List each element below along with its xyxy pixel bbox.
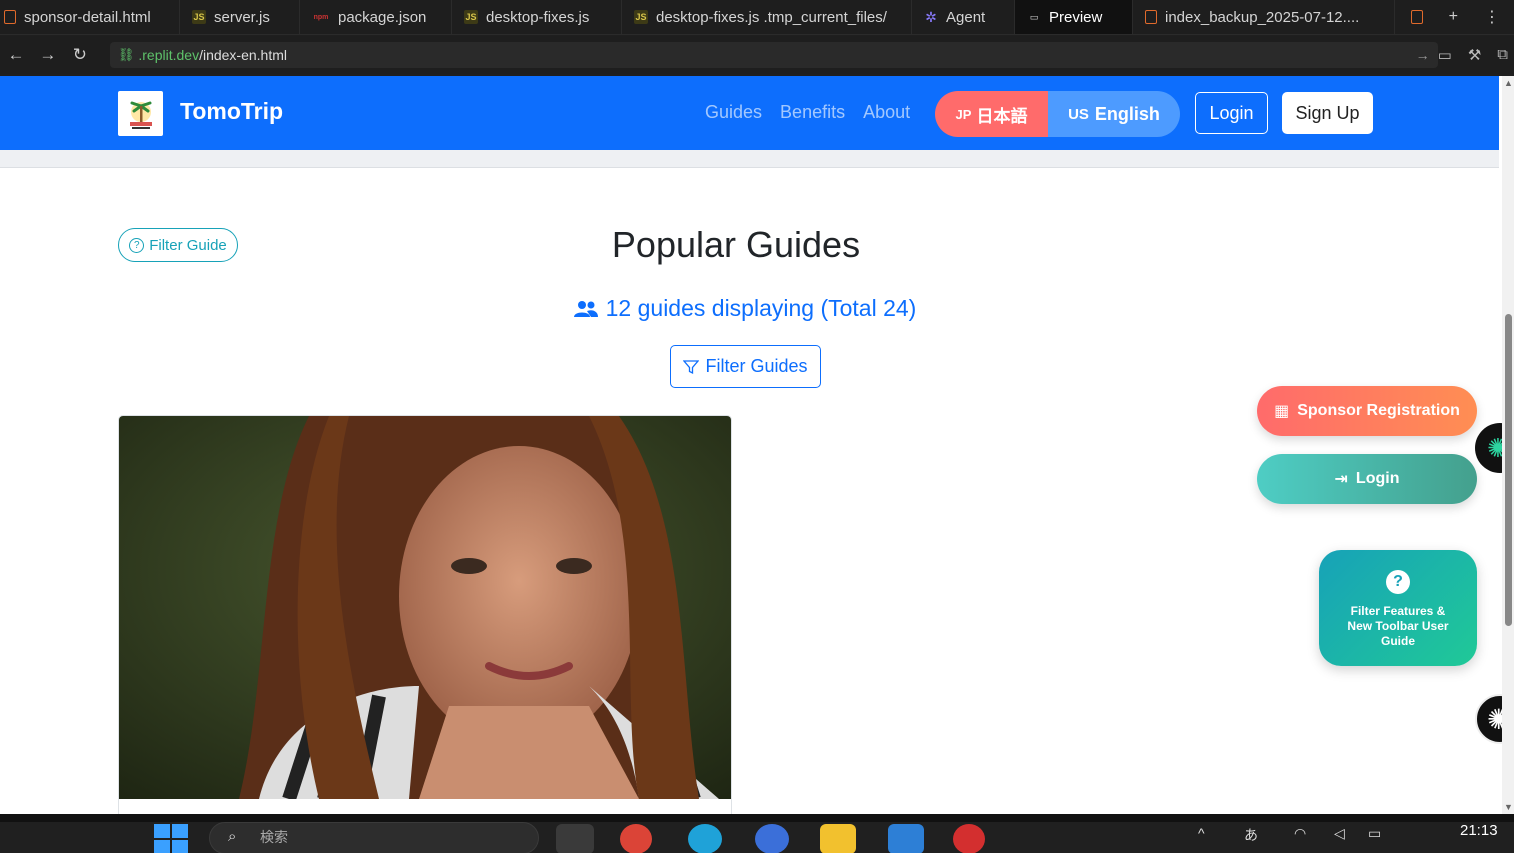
url-host: .replit.dev xyxy=(138,47,200,63)
tab-desktop-fixes-tmp[interactable]: JS desktop-fixes.js .tmp_current_files/ xyxy=(622,0,912,34)
preview-viewport: TomoTrip Guides Benefits About JP 日本語 US… xyxy=(0,76,1514,814)
url-field[interactable]: ⛓ .replit.dev /index-en.html → xyxy=(109,42,1438,68)
clock[interactable]: 21:13 xyxy=(1460,822,1498,839)
users-icon xyxy=(573,300,598,317)
go-arrow-icon[interactable]: → xyxy=(1416,47,1430,63)
windows-start-icon[interactable] xyxy=(154,824,188,853)
site-navbar: TomoTrip Guides Benefits About JP 日本語 US… xyxy=(0,76,1499,150)
section-divider xyxy=(0,150,1499,168)
new-tab-plus-icon[interactable]: + xyxy=(1449,8,1458,26)
back-arrow-icon[interactable]: ← xyxy=(0,45,32,65)
js-file-icon: JS xyxy=(634,10,648,24)
page-scrollbar[interactable]: ▲ ▼ xyxy=(1502,76,1514,814)
tab-server-js[interactable]: JS server.js xyxy=(180,0,300,34)
funnel-icon xyxy=(683,359,700,374)
tab-label: Agent xyxy=(946,8,986,26)
tab-desktop-fixes[interactable]: JS desktop-fixes.js xyxy=(452,0,622,34)
reload-icon[interactable]: ↻ xyxy=(64,45,96,65)
forward-arrow-icon[interactable]: → xyxy=(32,45,64,65)
more-vertical-icon[interactable]: ⋮ xyxy=(1484,7,1500,27)
floating-login-button[interactable]: ⇥ Login xyxy=(1257,454,1477,504)
nav-link-benefits[interactable]: Benefits xyxy=(780,102,845,123)
open-new-window-icon[interactable]: ⧉ xyxy=(1497,46,1508,64)
question-icon: ? xyxy=(1386,570,1410,594)
js-file-icon: JS xyxy=(464,10,478,24)
vscode-icon[interactable] xyxy=(888,824,924,853)
url-path: /index-en.html xyxy=(199,47,288,63)
tab-label: server.js xyxy=(214,8,270,26)
tomotrip-logo[interactable] xyxy=(118,91,163,136)
device-preview-icon[interactable]: ▭ xyxy=(1438,46,1452,64)
link-icon: ⛓ xyxy=(117,47,135,62)
tab-package-json[interactable]: npm package.json xyxy=(300,0,452,34)
npm-file-icon: npm xyxy=(313,13,329,21)
volume-icon[interactable]: ◁ xyxy=(1334,825,1345,842)
lang-en-label: English xyxy=(1094,103,1160,124)
wifi-icon[interactable]: ◠ xyxy=(1294,825,1306,842)
guide-card[interactable] xyxy=(118,415,732,814)
language-switcher: JP 日本語 US English xyxy=(935,91,1180,137)
palm-tree-logo-icon xyxy=(129,101,152,129)
battery-icon[interactable]: ▭ xyxy=(1368,825,1381,842)
us-flag-icon: US xyxy=(1068,105,1089,123)
tab-preview[interactable]: ▭ Preview xyxy=(1015,0,1133,34)
guide-profile-photo xyxy=(119,416,731,799)
file-explorer-icon[interactable] xyxy=(820,824,856,853)
taskbar-search[interactable]: ⌕ 検索 xyxy=(209,822,539,853)
tab-label: index_backup_2025-07-12.... xyxy=(1165,8,1360,26)
sign-in-icon: ⇥ xyxy=(1334,471,1348,488)
tab-label: desktop-fixes.js .tmp_current_files/ xyxy=(656,8,887,26)
tab-index-backup[interactable]: index_backup_2025-07-12.... xyxy=(1133,0,1395,34)
scroll-thumb[interactable] xyxy=(1505,314,1512,626)
os-taskbar: ⌕ 検索 ^ あ ◠ ◁ ▭ 21:13 xyxy=(0,814,1514,853)
tab-sponsor-detail[interactable]: sponsor-detail.html xyxy=(0,0,180,34)
html-file-icon xyxy=(4,10,16,24)
nav-link-about[interactable]: About xyxy=(863,102,910,123)
floating-login-label: Login xyxy=(1355,470,1400,487)
copilot-icon[interactable] xyxy=(755,824,789,853)
nav-link-guides[interactable]: Guides xyxy=(705,102,762,123)
sponsor-registration-button[interactable]: ▦ Sponsor Registration xyxy=(1257,386,1477,436)
tab-label: Preview xyxy=(1049,8,1103,26)
ide-tab-bar: sponsor-detail.html JS server.js npm pac… xyxy=(0,0,1514,35)
tab-label: package.json xyxy=(338,8,427,26)
brand-name[interactable]: TomoTrip xyxy=(180,98,283,125)
jp-flag-icon: JP xyxy=(955,106,972,122)
filter-guides-button[interactable]: Filter Guides xyxy=(670,345,821,388)
app-icon[interactable] xyxy=(953,824,985,853)
chrome-icon[interactable] xyxy=(620,824,652,853)
navbar-login-button[interactable]: Login xyxy=(1195,92,1268,134)
ime-icon[interactable]: あ xyxy=(1244,825,1258,845)
scroll-up-icon[interactable]: ▲ xyxy=(1504,78,1513,88)
preview-address-bar: ← → ↻ ⛓ .replit.dev /index-en.html → ▭ ⚒… xyxy=(0,36,1514,74)
guide-count-status: 12 guides displaying (Total 24) xyxy=(0,295,1490,322)
tab-agent[interactable]: ✲ Agent xyxy=(912,0,1015,34)
store-icon: ▦ xyxy=(1274,403,1290,420)
tray-chevron-icon[interactable]: ^ xyxy=(1198,825,1205,841)
tab-label: desktop-fixes.js xyxy=(486,8,590,26)
search-icon: ⌕ xyxy=(228,828,237,845)
lang-jp-label: 日本語 xyxy=(976,106,1028,126)
preview-monitor-icon: ▭ xyxy=(1029,11,1039,22)
navbar-signup-button[interactable]: Sign Up xyxy=(1282,92,1373,134)
filter-features-guide-button[interactable]: ? Filter Features & New Toolbar User Gui… xyxy=(1319,550,1477,666)
html-file-icon xyxy=(1145,10,1157,24)
devtools-wrench-icon[interactable]: ⚒ xyxy=(1468,46,1481,64)
lang-english-button[interactable]: US English xyxy=(1048,91,1180,137)
scroll-down-icon[interactable]: ▼ xyxy=(1504,802,1513,812)
js-file-icon: JS xyxy=(192,10,206,24)
filter-guides-label: Filter Guides xyxy=(705,356,808,376)
html-file-icon[interactable] xyxy=(1410,10,1423,24)
help-label: Filter Features & New Toolbar User Guide xyxy=(1347,604,1449,648)
edge-icon[interactable] xyxy=(688,824,722,853)
lang-japanese-button[interactable]: JP 日本語 xyxy=(935,91,1048,137)
tab-label: sponsor-detail.html xyxy=(24,8,151,26)
sponsor-label: Sponsor Registration xyxy=(1297,402,1460,419)
search-placeholder: 検索 xyxy=(260,829,288,845)
agent-icon: ✲ xyxy=(925,8,937,25)
task-view-icon[interactable] xyxy=(556,824,594,853)
page-title: Popular Guides xyxy=(611,224,861,265)
guide-count-text: 12 guides displaying (Total 24) xyxy=(605,295,917,321)
